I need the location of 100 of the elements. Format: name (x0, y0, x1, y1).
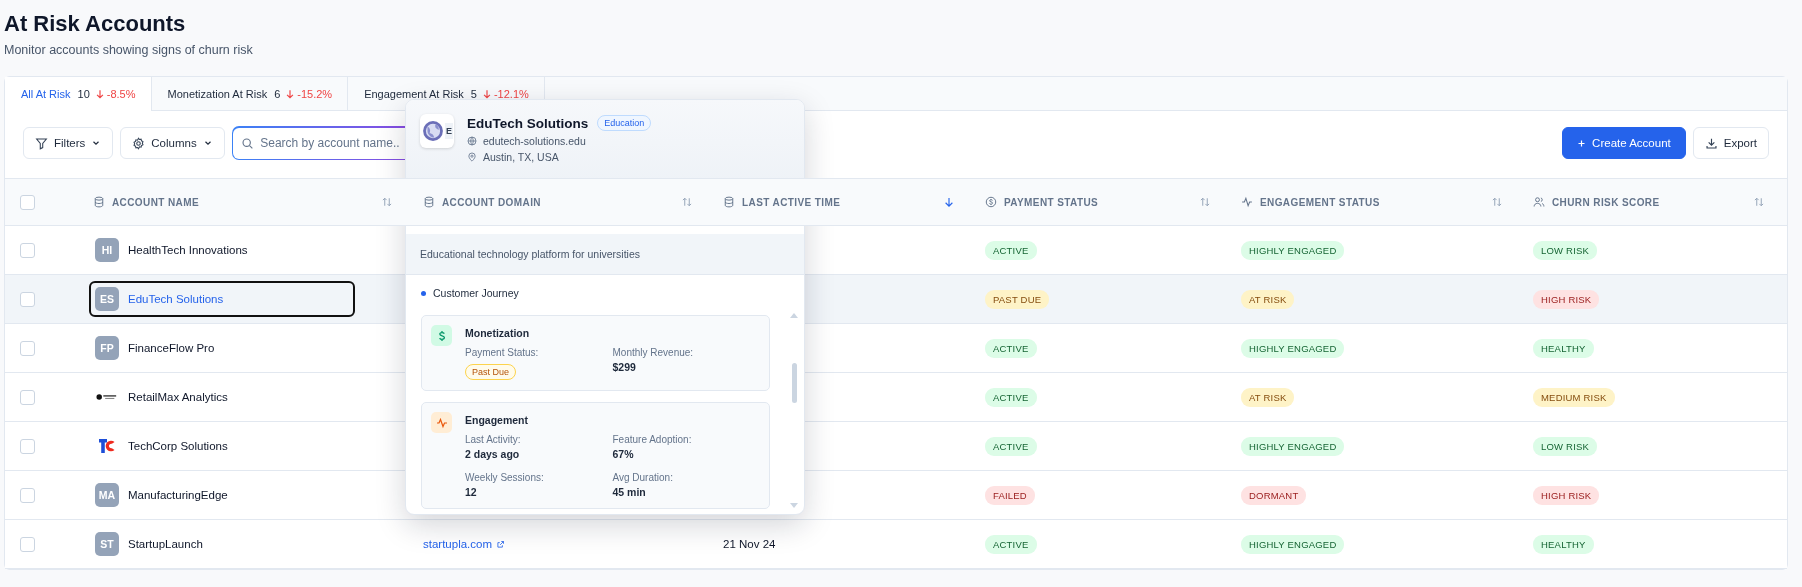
filter-icon (35, 136, 48, 150)
users-icon (1533, 196, 1545, 208)
tab-label: All At Risk (21, 88, 71, 100)
tab-count: 10 (77, 88, 90, 100)
database-icon (93, 196, 105, 208)
initials-avatar: MA (95, 483, 119, 507)
status-badge: MEDIUM RISK (1533, 387, 1615, 407)
gear-icon (132, 136, 146, 150)
website-text: edutech-solutions.edu (483, 135, 586, 147)
filter-tab[interactable]: Monetization At Risk 6 -15.2% (151, 77, 349, 110)
logo-icon (98, 438, 116, 454)
page-title: At Risk Accounts (4, 10, 187, 38)
status-badge: LOW RISK (1533, 436, 1598, 456)
account-name[interactable]: FinanceFlow Pro (128, 342, 215, 354)
initials-avatar: ST (95, 532, 119, 556)
field-label: Feature Adoption: (612, 434, 693, 445)
status-badge: AT RISK (1241, 289, 1295, 309)
account-name[interactable]: RetailMax Analytics (128, 391, 228, 403)
activity-icon (1241, 196, 1253, 208)
row-checkbox[interactable] (20, 291, 35, 307)
dollar-icon (431, 325, 452, 346)
sort-icon[interactable] (1199, 196, 1211, 208)
arrow-down-icon (94, 89, 105, 99)
field-label: Avg Duration: (612, 472, 674, 483)
database-icon (423, 196, 435, 208)
account-name[interactable]: EduTech Solutions (128, 293, 224, 305)
field-label: Weekly Sessions: (465, 472, 545, 483)
sort-icon[interactable] (1753, 196, 1765, 208)
field-value: 2 days ago (465, 448, 521, 460)
table-cell: 21 Nov 24 (723, 538, 776, 550)
filters-button[interactable]: Filters (23, 127, 114, 159)
download-icon (1704, 136, 1718, 150)
status-badge: HIGHLY ENGAGED (1241, 436, 1345, 456)
database-icon (723, 196, 735, 208)
select-all-checkbox[interactable] (20, 194, 35, 210)
industry-tag: Education (597, 115, 652, 131)
sort-icon[interactable] (381, 196, 393, 208)
company-name: EduTech Solutions (467, 115, 589, 131)
column-header[interactable]: PAYMENT STATUS (1004, 196, 1099, 208)
plus-icon (1577, 138, 1587, 148)
tab-change: -12.1% (493, 87, 529, 100)
column-header[interactable]: CHURN RISK SCORE (1552, 196, 1660, 208)
tab-change: -15.2% (297, 87, 333, 100)
field-value: 12 (465, 486, 478, 498)
dollar-circle-icon (985, 196, 997, 208)
status-badge: FAILED (985, 485, 1035, 505)
status-badge: HIGHLY ENGAGED (1241, 534, 1345, 554)
domain-link[interactable]: startupla.com (423, 538, 506, 550)
row-checkbox[interactable] (20, 242, 35, 258)
account-name[interactable]: HealthTech Innovations (128, 244, 248, 256)
bullet-dot (421, 290, 426, 296)
row-checkbox[interactable] (20, 389, 35, 405)
activity-icon (431, 412, 452, 433)
logo-icon (96, 392, 118, 402)
section-title: Customer Journey (433, 287, 519, 299)
filter-tab[interactable]: All At Risk 10 -8.5% (5, 77, 152, 111)
field-value: 45 min (612, 486, 647, 498)
status-badge: HIGH RISK (1533, 289, 1600, 309)
row-checkbox[interactable] (20, 340, 35, 356)
export-button[interactable]: Export (1692, 127, 1769, 159)
location-text: Austin, TX, USA (483, 151, 559, 163)
column-header[interactable]: ENGAGEMENT STATUS (1260, 196, 1380, 208)
account-name[interactable]: ManufacturingEdge (128, 489, 228, 501)
field-label: Payment Status: (465, 347, 540, 358)
sort-icon[interactable] (681, 196, 693, 208)
account-name[interactable]: TechCorp Solutions (128, 440, 228, 452)
initials-avatar: FP (95, 336, 119, 360)
status-badge: HIGH RISK (1533, 485, 1600, 505)
account-name[interactable]: StartupLaunch (128, 538, 203, 550)
map-pin-icon (467, 152, 477, 162)
row-checkbox[interactable] (20, 438, 35, 454)
status-badge: HEALTHY (1533, 534, 1594, 554)
field-value: 67% (612, 448, 635, 460)
row-checkbox[interactable] (20, 536, 35, 552)
sort-descending-icon[interactable] (943, 196, 955, 208)
field-value: $299 (612, 361, 637, 373)
page-subtitle: Monitor accounts showing signs of churn risk (4, 42, 254, 59)
status-badge: HIGHLY ENGAGED (1241, 240, 1345, 260)
field-label: Monthly Revenue: (612, 347, 695, 358)
status-badge: Past Due (465, 364, 517, 380)
arrow-down-icon (481, 88, 492, 99)
status-badge: ACTIVE (985, 436, 1037, 456)
row-checkbox[interactable] (20, 487, 35, 503)
tab-count: 5 (470, 87, 477, 100)
tab-count: 6 (274, 87, 281, 100)
columns-button[interactable]: Columns (120, 127, 225, 159)
card-title: Monetization (465, 327, 531, 339)
status-badge: LOW RISK (1533, 240, 1598, 260)
status-badge: ACTIVE (985, 387, 1037, 407)
column-header[interactable]: ACCOUNT NAME (112, 196, 200, 208)
globe-icon (422, 120, 444, 142)
status-badge: AT RISK (1241, 387, 1295, 407)
arrow-down-icon (285, 88, 296, 99)
field-label: Last Activity: (465, 434, 522, 445)
sort-icon[interactable] (1491, 196, 1503, 208)
column-header[interactable]: LAST ACTIVE TIME (742, 196, 841, 208)
column-header[interactable]: ACCOUNT DOMAIN (442, 196, 541, 208)
globe-icon (467, 136, 477, 146)
status-badge: ACTIVE (985, 240, 1037, 260)
create-account-button[interactable]: Create Account (1562, 127, 1686, 159)
